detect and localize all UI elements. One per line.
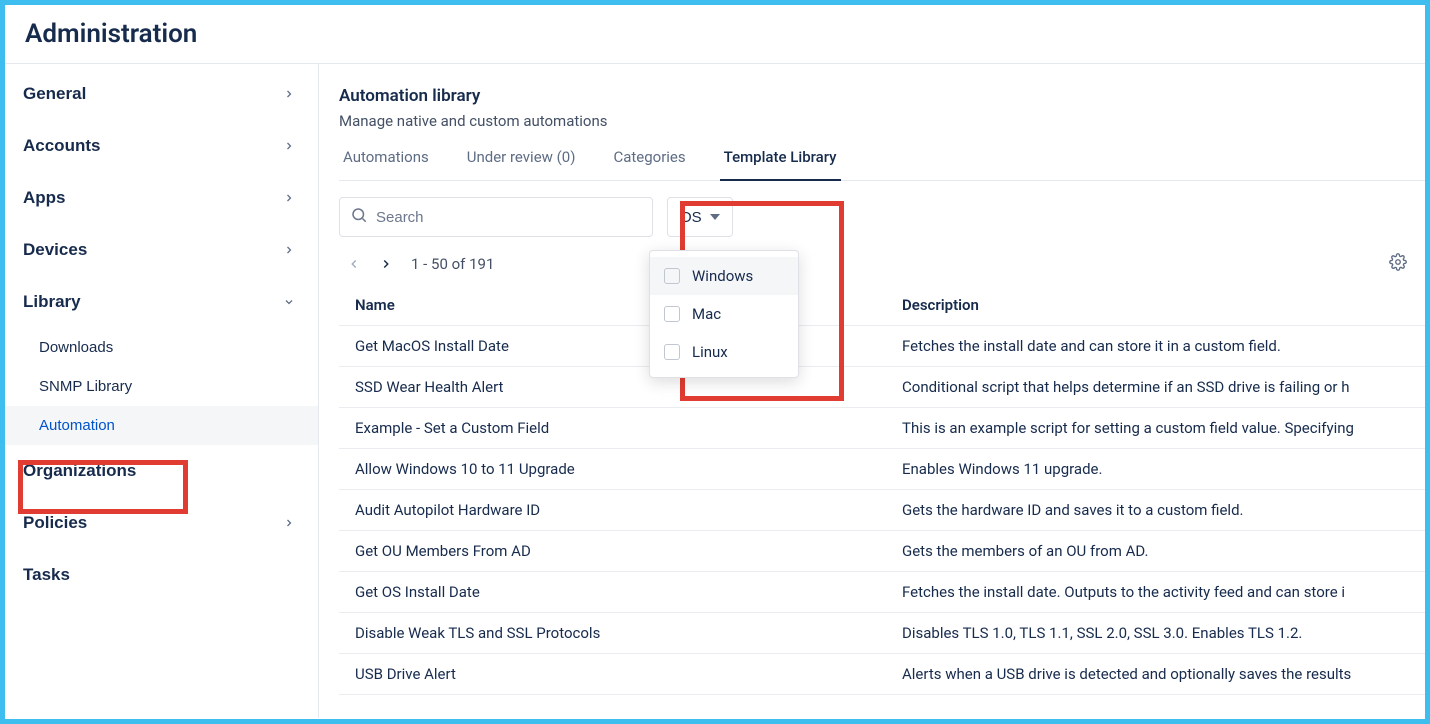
chevron-down-icon xyxy=(282,295,296,309)
sidebar-item-label: Apps xyxy=(23,188,66,208)
sidebar-item-label: Organizations xyxy=(23,461,136,481)
cell-name: USB Drive Alert xyxy=(339,654,894,694)
cell-description: Fetches the install date and can store i… xyxy=(894,326,1425,366)
chevron-right-icon xyxy=(282,191,296,205)
table-row[interactable]: Get MacOS Install Date Fetches the insta… xyxy=(339,326,1425,367)
checkbox-icon xyxy=(664,306,680,322)
cell-description: Alerts when a USB drive is detected and … xyxy=(894,654,1425,694)
checkbox-icon xyxy=(664,268,680,284)
cell-name: Example - Set a Custom Field xyxy=(339,408,894,448)
sidebar-item-label: SNMP Library xyxy=(39,378,132,395)
chevron-right-icon xyxy=(282,139,296,153)
cell-description: Enables Windows 11 upgrade. xyxy=(894,449,1425,489)
table-header: Name Description xyxy=(339,285,1425,326)
pager-prev-button[interactable] xyxy=(347,257,361,271)
sidebar-item-label: Accounts xyxy=(23,136,100,156)
checkbox-icon xyxy=(664,344,680,360)
table-row[interactable]: Get OS Install Date Fetches the install … xyxy=(339,572,1425,613)
cell-name: Get MacOS Install Date xyxy=(339,326,894,366)
column-header-description[interactable]: Description xyxy=(894,285,1425,325)
cell-description: Disables TLS 1.0, TLS 1.1, SSL 2.0, SSL … xyxy=(894,613,1425,653)
search-icon xyxy=(350,206,368,228)
cell-description: This is an example script for setting a … xyxy=(894,408,1425,448)
dropdown-caret-icon xyxy=(710,214,720,220)
table-row[interactable]: SSD Wear Health Alert Conditional script… xyxy=(339,367,1425,408)
os-option-windows[interactable]: Windows xyxy=(650,257,798,295)
main-content: Automation library Manage native and cus… xyxy=(319,64,1425,718)
cell-name: Audit Autopilot Hardware ID xyxy=(339,490,894,530)
pager-range-text: 1 - 50 of 191 xyxy=(411,255,494,273)
os-filter-button[interactable]: OS xyxy=(667,197,733,237)
tab-automations[interactable]: Automations xyxy=(339,148,433,180)
section-subtitle: Manage native and custom automations xyxy=(339,112,1425,130)
tab-template-library[interactable]: Template Library xyxy=(720,148,841,180)
cell-name: Disable Weak TLS and SSL Protocols xyxy=(339,613,894,653)
chevron-right-icon xyxy=(282,243,296,257)
section-heading: Automation library xyxy=(339,86,1425,106)
sidebar-item-accounts[interactable]: Accounts xyxy=(5,120,318,172)
sidebar-item-tasks[interactable]: Tasks xyxy=(5,549,318,601)
tab-categories[interactable]: Categories xyxy=(609,148,689,180)
table-row[interactable]: Allow Windows 10 to 11 Upgrade Enables W… xyxy=(339,449,1425,490)
cell-name: Get OS Install Date xyxy=(339,572,894,612)
sidebar-item-snmp-library[interactable]: SNMP Library xyxy=(5,367,318,406)
cell-name: SSD Wear Health Alert xyxy=(339,367,894,407)
sidebar-item-label: Library xyxy=(23,292,81,312)
table-row[interactable]: Example - Set a Custom Field This is an … xyxy=(339,408,1425,449)
settings-gear-button[interactable] xyxy=(1389,253,1407,275)
sidebar-item-devices[interactable]: Devices xyxy=(5,224,318,276)
sidebar-item-label: General xyxy=(23,84,86,104)
toolbar: OS xyxy=(339,181,1425,237)
sidebar-item-label: Policies xyxy=(23,513,87,533)
sidebar-item-downloads[interactable]: Downloads xyxy=(5,328,318,367)
os-option-mac[interactable]: Mac xyxy=(650,295,798,333)
table-row[interactable]: USB Drive Alert Alerts when a USB drive … xyxy=(339,654,1425,695)
sidebar-item-automation[interactable]: Automation xyxy=(5,406,318,445)
os-option-linux[interactable]: Linux xyxy=(650,333,798,371)
chevron-right-icon xyxy=(282,87,296,101)
pager: 1 - 50 of 191 xyxy=(339,237,1425,285)
chevron-right-icon xyxy=(282,516,296,530)
table-row[interactable]: Get OU Members From AD Gets the members … xyxy=(339,531,1425,572)
cell-name: Get OU Members From AD xyxy=(339,531,894,571)
cell-description: Gets the members of an OU from AD. xyxy=(894,531,1425,571)
sidebar-item-general[interactable]: General xyxy=(5,68,318,120)
cell-description: Fetches the install date. Outputs to the… xyxy=(894,572,1425,612)
sidebar: General Accounts Apps Devices xyxy=(5,64,319,718)
table-row[interactable]: Disable Weak TLS and SSL Protocols Disab… xyxy=(339,613,1425,654)
os-option-label: Linux xyxy=(692,343,728,361)
tab-under-review[interactable]: Under review (0) xyxy=(463,148,580,180)
os-filter-label: OS xyxy=(680,209,702,226)
table-row[interactable]: Audit Autopilot Hardware ID Gets the har… xyxy=(339,490,1425,531)
page-title: Administration xyxy=(5,5,1425,64)
search-input[interactable] xyxy=(376,209,642,226)
os-filter-dropdown: Windows Mac Linux xyxy=(649,250,799,378)
os-option-label: Windows xyxy=(692,267,753,285)
sidebar-item-library[interactable]: Library xyxy=(5,276,318,328)
sidebar-item-label: Tasks xyxy=(23,565,70,585)
sidebar-item-label: Downloads xyxy=(39,339,113,356)
sidebar-item-label: Automation xyxy=(39,417,115,434)
tabs: Automations Under review (0) Categories … xyxy=(339,148,1425,181)
pager-next-button[interactable] xyxy=(379,257,393,271)
sidebar-item-policies[interactable]: Policies xyxy=(5,497,318,549)
search-box[interactable] xyxy=(339,197,653,237)
cell-description: Conditional script that helps determine … xyxy=(894,367,1425,407)
sidebar-item-label: Devices xyxy=(23,240,87,260)
column-header-name[interactable]: Name xyxy=(339,285,894,325)
sidebar-item-organizations[interactable]: Organizations xyxy=(5,445,318,497)
sidebar-item-apps[interactable]: Apps xyxy=(5,172,318,224)
cell-description: Gets the hardware ID and saves it to a c… xyxy=(894,490,1425,530)
os-option-label: Mac xyxy=(692,305,721,323)
cell-name: Allow Windows 10 to 11 Upgrade xyxy=(339,449,894,489)
